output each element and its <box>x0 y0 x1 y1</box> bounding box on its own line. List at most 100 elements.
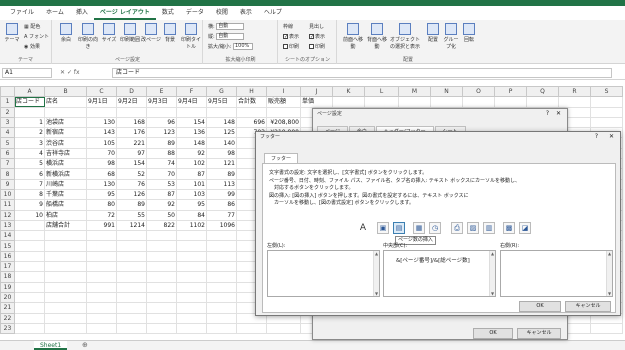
cell[interactable]: 113 <box>206 178 237 190</box>
cell[interactable] <box>116 281 147 293</box>
cell[interactable]: 98 <box>86 158 117 170</box>
cell[interactable]: 154 <box>116 158 147 170</box>
cell[interactable] <box>206 281 237 293</box>
row-header[interactable]: 14 <box>0 230 15 242</box>
insert-page-number-icon[interactable]: ▣ <box>377 222 389 234</box>
height-dropdown[interactable]: 自動 <box>216 33 245 40</box>
row-header[interactable]: 5 <box>0 137 15 149</box>
column-header[interactable]: N <box>430 86 463 98</box>
column-header[interactable]: E <box>146 86 177 98</box>
cell[interactable]: 97 <box>116 147 147 160</box>
ok-button[interactable]: OK <box>519 301 561 312</box>
name-box[interactable]: A1 <box>2 68 52 78</box>
cell[interactable]: 102 <box>176 158 207 170</box>
cell[interactable] <box>116 302 147 314</box>
cell[interactable] <box>44 261 87 273</box>
effects-button[interactable]: ◉ 効果 <box>24 43 40 50</box>
cell[interactable]: 池袋店 <box>44 116 87 129</box>
fonts-button[interactable]: A フォント <box>24 33 49 40</box>
bring-forward-button[interactable]: 前面へ移動 <box>342 23 364 50</box>
row-header[interactable]: 22 <box>0 312 15 324</box>
cell[interactable] <box>332 96 365 108</box>
cell[interactable]: 121 <box>206 158 237 170</box>
cell[interactable] <box>116 271 147 283</box>
cell[interactable] <box>86 250 117 263</box>
cell[interactable] <box>398 96 431 108</box>
scroll-up-icon[interactable]: ▲ <box>375 251 378 256</box>
cell[interactable] <box>44 302 87 314</box>
cell[interactable] <box>14 240 45 252</box>
row-header[interactable]: 7 <box>0 158 15 170</box>
insert-page-count-icon[interactable]: ▤ <box>393 222 405 234</box>
cell[interactable]: 店舗合計 <box>44 219 87 232</box>
cell[interactable]: 6 <box>14 168 45 180</box>
cell[interactable] <box>462 96 495 108</box>
cell[interactable]: 50 <box>146 209 177 221</box>
row-header[interactable]: 19 <box>0 281 15 293</box>
row-header[interactable]: 12 <box>0 209 15 221</box>
column-header[interactable]: H <box>236 86 267 98</box>
scale-input[interactable]: 100% <box>232 43 253 50</box>
cell[interactable]: 9月1日 <box>86 96 117 108</box>
orientation-button[interactable]: 印刷の向き <box>77 23 99 50</box>
cell[interactable]: 80 <box>86 199 117 211</box>
row-header[interactable]: 21 <box>0 302 15 314</box>
scrollbar[interactable]: ▲ ▼ <box>373 251 379 296</box>
cell[interactable] <box>176 271 207 283</box>
cell[interactable]: 87 <box>146 188 177 201</box>
cell[interactable]: 126 <box>116 188 147 201</box>
cell[interactable]: 53 <box>146 178 177 190</box>
close-icon[interactable]: ✕ <box>609 133 614 140</box>
cell[interactable] <box>116 261 147 273</box>
cell[interactable] <box>116 240 147 252</box>
cell[interactable]: 221 <box>116 137 147 149</box>
cell[interactable] <box>116 230 147 242</box>
cell[interactable]: 4 <box>14 147 45 160</box>
cell[interactable] <box>44 312 87 324</box>
cell[interactable] <box>236 106 267 118</box>
theme-button[interactable]: テーマ <box>3 23 21 43</box>
cell[interactable] <box>146 271 177 283</box>
insert-date-icon[interactable]: ▦ <box>413 222 425 234</box>
gridlines-print-check[interactable]: 印刷 <box>283 43 299 50</box>
width-dropdown[interactable]: 自動 <box>216 23 245 30</box>
cell[interactable]: 148 <box>206 116 237 129</box>
cell[interactable]: 991 <box>86 219 117 232</box>
cell[interactable] <box>590 322 623 335</box>
cell[interactable]: 130 <box>86 178 117 190</box>
cell[interactable] <box>116 322 147 335</box>
cell[interactable] <box>14 281 45 293</box>
cell[interactable]: 単価 <box>300 96 333 108</box>
scroll-up-icon[interactable]: ▲ <box>491 251 494 256</box>
cell[interactable]: 新横浜店 <box>44 168 87 180</box>
cell[interactable] <box>86 271 117 283</box>
cell[interactable]: 95 <box>86 188 117 201</box>
cell[interactable]: 96 <box>146 116 177 129</box>
tab-page-layout[interactable]: ページ レイアウト <box>93 6 156 20</box>
ok-button[interactable]: OK <box>473 328 513 339</box>
column-header[interactable]: O <box>462 86 495 98</box>
cell[interactable]: 70 <box>146 168 177 180</box>
row-header[interactable]: 16 <box>0 250 15 263</box>
cell[interactable]: 柏店 <box>44 209 87 221</box>
cell[interactable] <box>44 250 87 263</box>
cell[interactable] <box>176 281 207 293</box>
cell[interactable] <box>266 106 301 118</box>
cell[interactable] <box>146 106 177 118</box>
column-header[interactable]: L <box>364 86 399 98</box>
column-header[interactable]: A <box>14 86 45 98</box>
cell[interactable]: 130 <box>86 116 117 129</box>
cell[interactable] <box>14 312 45 324</box>
cell[interactable] <box>176 291 207 304</box>
column-header[interactable]: P <box>494 86 527 98</box>
cell[interactable] <box>146 250 177 263</box>
fx-icon[interactable]: ✕ ✓ fx <box>60 68 80 78</box>
cell[interactable] <box>146 261 177 273</box>
send-backward-button[interactable]: 背面へ移動 <box>366 23 388 50</box>
right-section-input[interactable]: ▲ ▼ <box>500 250 613 297</box>
cell[interactable] <box>206 240 237 252</box>
sheet-tab[interactable]: Sheet1 <box>34 341 68 350</box>
cell[interactable]: 136 <box>176 127 207 139</box>
cell[interactable]: 98 <box>206 147 237 160</box>
tab-help[interactable]: ヘルプ <box>258 6 288 20</box>
